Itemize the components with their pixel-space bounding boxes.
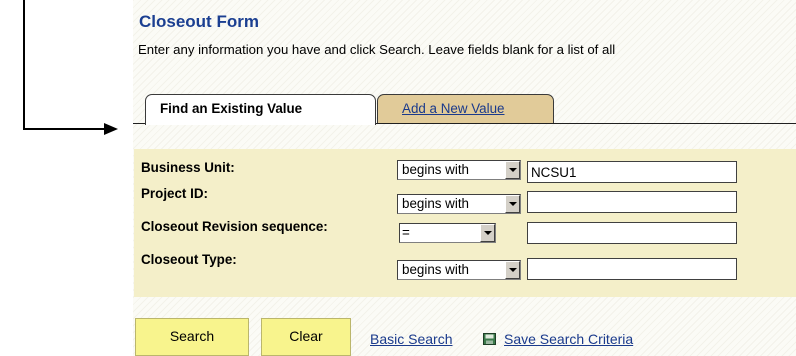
chevron-down-icon[interactable] [505, 195, 520, 213]
save-search-criteria-link[interactable]: Save Search Criteria [504, 331, 633, 347]
criteria-row-project-id: Project ID: begins with [134, 182, 796, 214]
floppy-disk-icon[interactable] [483, 333, 496, 345]
business-unit-operator-select[interactable]: begins with [397, 160, 521, 180]
closeout-type-input[interactable] [527, 258, 737, 280]
page-title: Closeout Form [139, 12, 259, 31]
tab-add-new-value[interactable]: Add a New Value [377, 94, 554, 123]
tab-find-existing-value[interactable]: Find an Existing Value [145, 94, 376, 125]
search-button[interactable]: Search [135, 318, 249, 356]
clear-button[interactable]: Clear [261, 318, 351, 356]
basic-search-link[interactable]: Basic Search [370, 331, 452, 347]
business-unit-input[interactable] [527, 161, 737, 183]
tab-add-new-value-accesskey: A [402, 101, 411, 116]
project-id-label: Project ID: [141, 186, 208, 201]
closeout-type-operator-value: begins with [402, 262, 469, 277]
tab-find-existing-value-label: Find an Existing Value [160, 101, 303, 116]
instructions-text: Enter any information you have and click… [138, 42, 616, 57]
closeout-type-label: Closeout Type: [141, 252, 237, 267]
criteria-row-closeout-revision-sequence: Closeout Revision sequence: = [134, 215, 796, 244]
closeout-revision-sequence-label: Closeout Revision sequence: [141, 219, 328, 234]
criteria-row-business-unit: Business Unit: begins with [134, 156, 796, 183]
closeout-search-page: Closeout Form Enter any information you … [133, 0, 796, 356]
closeout-revision-sequence-input[interactable] [527, 222, 737, 244]
closeout-revision-sequence-operator-select[interactable]: = [399, 223, 496, 243]
project-id-operator-value: begins with [402, 196, 469, 211]
tab-add-new-value-label: dd a New Value [410, 101, 505, 116]
chevron-down-icon[interactable] [480, 224, 495, 242]
business-unit-operator-value: begins with [402, 162, 469, 177]
project-id-input[interactable] [527, 191, 737, 213]
callout-arrow-horizontal-line [23, 128, 105, 130]
business-unit-label: Business Unit: [141, 160, 235, 175]
search-criteria-panel: Business Unit: begins with Project ID: b… [134, 149, 796, 297]
chevron-down-icon[interactable] [505, 161, 520, 179]
closeout-revision-sequence-operator-value: = [402, 225, 410, 240]
closeout-type-operator-select[interactable]: begins with [397, 260, 521, 280]
arrow-right-icon [104, 123, 118, 135]
callout-arrow-vertical-line [23, 0, 25, 130]
project-id-operator-select[interactable]: begins with [397, 194, 521, 214]
chevron-down-icon[interactable] [505, 261, 520, 279]
criteria-row-closeout-type: Closeout Type: begins with [134, 248, 796, 280]
